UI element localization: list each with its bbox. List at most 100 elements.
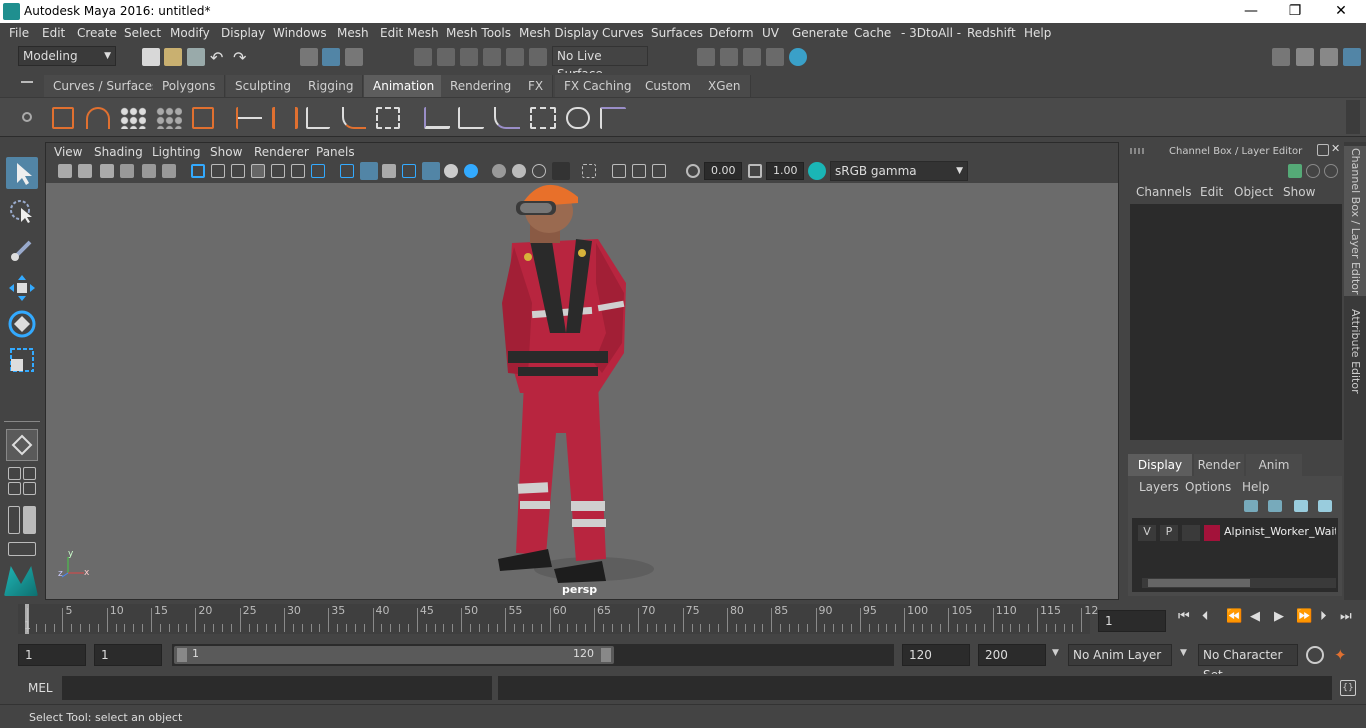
layer-tab-anim[interactable]: Anim xyxy=(1246,454,1302,476)
panel-menu-view[interactable]: View xyxy=(54,145,82,159)
gate-mask-icon[interactable] xyxy=(251,164,265,178)
pole-vector-constraint-icon[interactable] xyxy=(600,107,626,129)
new-scene-icon[interactable] xyxy=(142,48,160,66)
menu-generate[interactable]: Generate xyxy=(792,26,848,40)
menu-create[interactable]: Create xyxy=(77,26,117,40)
lasso-tool-button[interactable] xyxy=(6,196,38,228)
go-to-end-icon[interactable]: ⏭ xyxy=(1340,609,1352,624)
channel-show-menu[interactable]: Show xyxy=(1283,185,1315,199)
side-tab-attribute-editor[interactable]: Attribute Editor xyxy=(1344,306,1366,396)
exposure-icon[interactable] xyxy=(686,164,700,178)
panel-menu-show[interactable]: Show xyxy=(210,145,242,159)
snap-surface-icon[interactable] xyxy=(506,48,524,66)
field-chart-icon[interactable] xyxy=(271,164,285,178)
panel-menu-lighting[interactable]: Lighting xyxy=(152,145,201,159)
hypershade-layout-icon[interactable] xyxy=(23,482,36,495)
use-all-lights-icon[interactable] xyxy=(422,162,440,180)
camera-icon[interactable] xyxy=(58,164,72,178)
isolate-select-icon[interactable] xyxy=(552,162,570,180)
multisample-aa-icon[interactable] xyxy=(512,164,526,178)
shelf-tab-fx[interactable]: FX xyxy=(519,75,554,97)
menu-redshift[interactable]: Redshift xyxy=(967,26,1016,40)
layers-menu[interactable]: Layers xyxy=(1139,480,1179,494)
step-back-frame-icon[interactable]: ⏴ xyxy=(1202,609,1209,624)
menu-select[interactable]: Select xyxy=(124,26,161,40)
save-scene-icon[interactable] xyxy=(187,48,205,66)
close-panel-icon[interactable]: ✕ xyxy=(1331,143,1343,155)
play-forward-icon[interactable]: ▶ xyxy=(1274,609,1284,624)
step-forward-frame-icon[interactable]: ⏵ xyxy=(1320,609,1327,624)
render-view-icon[interactable] xyxy=(697,48,715,66)
menu-deform[interactable]: Deform xyxy=(709,26,754,40)
panel-menu-shading[interactable]: Shading xyxy=(94,145,143,159)
aim-constraint-icon[interactable] xyxy=(566,107,590,129)
menu-surfaces[interactable]: Surfaces xyxy=(651,26,703,40)
unghost-icon[interactable] xyxy=(156,107,182,129)
bake-icon[interactable] xyxy=(192,107,214,129)
render-settings-icon[interactable] xyxy=(766,48,784,66)
scale-constraint-icon[interactable] xyxy=(530,107,556,129)
anim-layer-dropdown[interactable]: No Anim Layer xyxy=(1068,644,1172,666)
layer-row[interactable]: V P Alpinist_Worker_Waiti xyxy=(1132,522,1338,542)
menu-modify[interactable]: Modify xyxy=(170,26,210,40)
auto-key-icon[interactable] xyxy=(1306,646,1324,664)
character-set-dropdown[interactable]: No Character Set xyxy=(1198,644,1298,682)
wireframe-icon[interactable] xyxy=(340,164,354,178)
snap-grid-icon[interactable] xyxy=(414,48,432,66)
timeline-layout-icon[interactable] xyxy=(8,542,36,556)
layer-display-type[interactable] xyxy=(1182,525,1200,541)
layer-tab-display[interactable]: Display xyxy=(1128,454,1192,476)
menu-curves[interactable]: Curves xyxy=(602,26,644,40)
film-gate-icon[interactable] xyxy=(211,164,225,178)
select-tool-button[interactable] xyxy=(6,157,38,189)
xray-icon[interactable] xyxy=(582,164,596,178)
mode-selector[interactable]: Modeling ▼ xyxy=(18,46,116,66)
current-time-indicator[interactable] xyxy=(25,604,29,634)
xray-joints-icon[interactable] xyxy=(612,164,626,178)
script-editor-icon[interactable]: {} xyxy=(1340,680,1356,696)
drag-handle[interactable] xyxy=(1130,148,1144,154)
smooth-shade-icon[interactable] xyxy=(360,162,378,180)
end-time-field[interactable]: 200 xyxy=(978,644,1046,666)
toggle-attribute-editor-icon[interactable] xyxy=(1296,48,1314,66)
move-tool-button[interactable] xyxy=(6,272,38,304)
current-frame-field[interactable]: 1 xyxy=(1098,610,1166,632)
hypershade-icon[interactable] xyxy=(789,48,807,66)
depth-of-field-icon[interactable] xyxy=(532,164,546,178)
float-panel-icon[interactable] xyxy=(1317,144,1329,156)
shelf-tab-animation[interactable]: Animation xyxy=(364,75,445,97)
joint-tool-icon[interactable] xyxy=(306,107,330,129)
layer-color-swatch[interactable] xyxy=(1204,525,1220,541)
shelf-tab-rigging[interactable]: Rigging xyxy=(299,75,364,97)
point-constraint-icon[interactable] xyxy=(458,107,484,129)
maximize-button[interactable]: ❐ xyxy=(1272,0,1318,23)
panel-menu-renderer[interactable]: Renderer xyxy=(254,145,309,159)
breakdown-key-icon[interactable] xyxy=(272,107,298,129)
command-input[interactable] xyxy=(62,676,492,700)
menu-display[interactable]: Display xyxy=(221,26,265,40)
menu-help[interactable]: Help xyxy=(1024,26,1051,40)
help-menu[interactable]: Help xyxy=(1242,480,1269,494)
layer-name[interactable]: Alpinist_Worker_Waiti xyxy=(1224,525,1336,538)
undo-icon[interactable]: ↶ xyxy=(210,48,228,67)
menu-mesh[interactable]: Mesh xyxy=(337,26,369,40)
new-layer-selected-icon[interactable] xyxy=(1318,500,1332,512)
toggle-tool-settings-icon[interactable] xyxy=(1320,48,1338,66)
select-object-icon[interactable] xyxy=(322,48,340,66)
shelf-tab-curves-surfaces[interactable]: Curves / Surfaces xyxy=(44,75,169,97)
snap-point-icon[interactable] xyxy=(460,48,478,66)
motion-trail-icon[interactable] xyxy=(86,107,110,129)
layer-playback-toggle[interactable]: P xyxy=(1160,525,1178,541)
camera-attr-icon[interactable] xyxy=(78,164,92,178)
range-slider-handle[interactable]: 1 120 xyxy=(174,646,614,664)
live-surface-field[interactable]: No Live Surface xyxy=(552,46,648,81)
shelf-tab-custom[interactable]: Custom xyxy=(636,75,701,97)
speed-icon[interactable] xyxy=(1306,164,1320,178)
channel-edit-menu[interactable]: Edit xyxy=(1200,185,1223,199)
move-layer-up-icon[interactable] xyxy=(1244,500,1258,512)
menu-edit[interactable]: Edit xyxy=(42,26,65,40)
shelf-tab-fx-caching[interactable]: FX Caching xyxy=(555,75,642,97)
channels-menu[interactable]: Channels xyxy=(1136,185,1192,199)
ipr-render-icon[interactable] xyxy=(743,48,761,66)
channel-object-menu[interactable]: Object xyxy=(1234,185,1273,199)
